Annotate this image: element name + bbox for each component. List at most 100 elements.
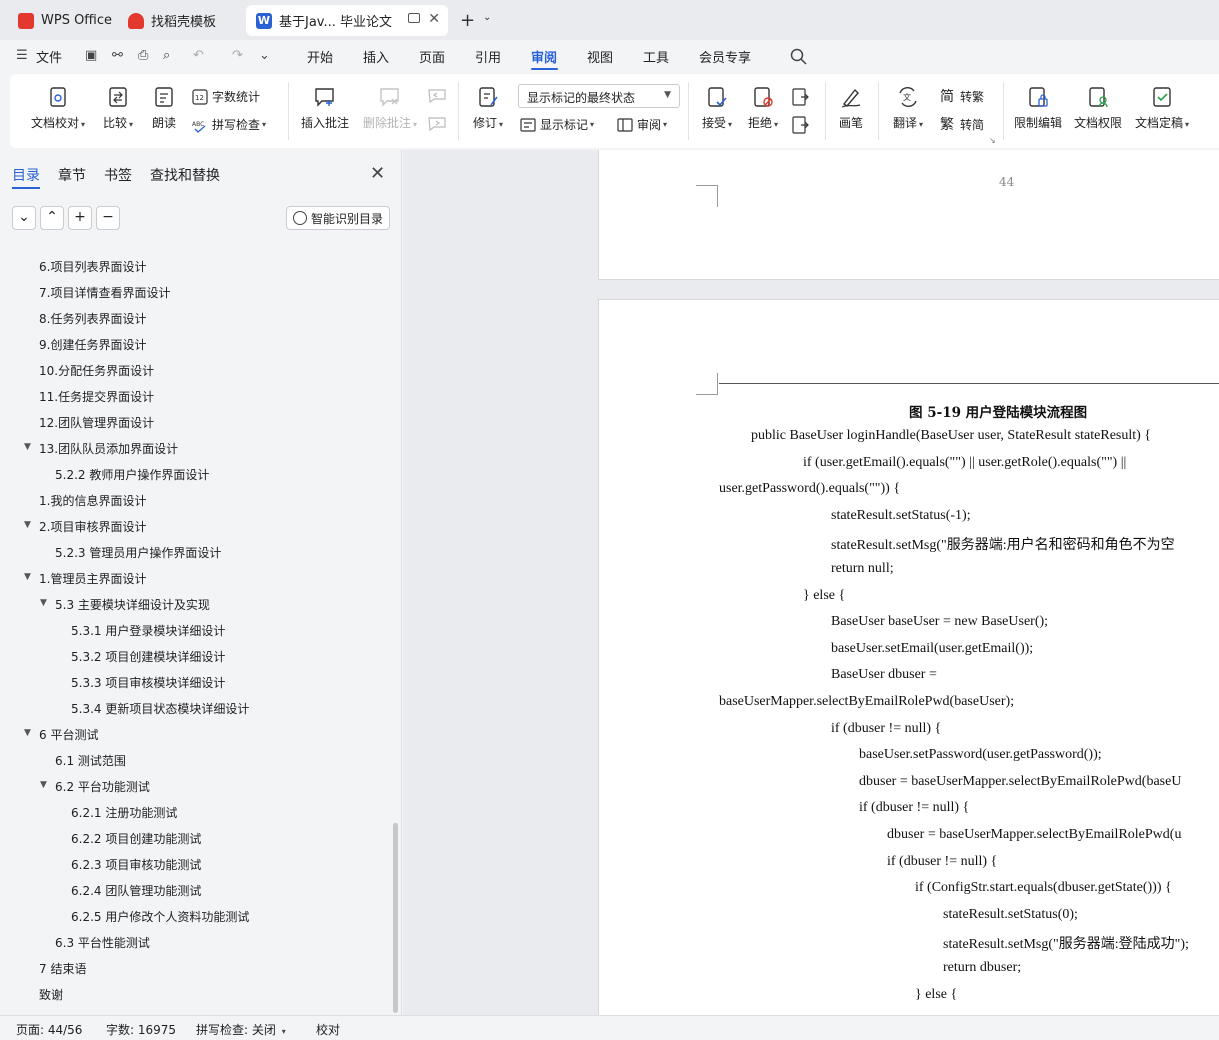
caret-down-icon[interactable]: ▼ <box>24 442 31 452</box>
print-icon[interactable]: ⎙ <box>138 48 148 63</box>
menu-member[interactable]: 会员专享 <box>699 47 751 66</box>
link-icon[interactable]: ⚯ <box>112 48 123 63</box>
toc-item[interactable]: 6.项目列表界面设计 <box>39 258 146 278</box>
insert-comment-button[interactable]: 插入批注 <box>298 86 352 131</box>
tab-docer-templates[interactable]: 找稻壳模板 <box>118 5 242 36</box>
add-heading-button[interactable]: + <box>68 206 92 230</box>
doc-finalize-button[interactable]: 文档定稿 ▾ <box>1132 86 1192 131</box>
caret-down-icon[interactable]: ▼ <box>40 780 47 790</box>
caret-down-icon[interactable]: ▼ <box>40 598 47 608</box>
menu-start[interactable]: 开始 <box>307 47 333 66</box>
toc-item[interactable]: 6.2.5 用户修改个人资料功能测试 <box>71 908 249 928</box>
toc-item[interactable]: 5.2.2 教师用户操作界面设计 <box>55 466 209 486</box>
toc-item[interactable]: 5.3 主要模块详细设计及实现 <box>55 596 210 616</box>
next-comment-icon[interactable] <box>428 116 446 132</box>
expand-corner-icon[interactable]: ↘ <box>989 136 996 145</box>
menu-file[interactable]: 文件 <box>36 47 62 66</box>
toc-item[interactable]: 6.2.2 项目创建功能测试 <box>71 830 201 850</box>
collapse-chevron-down-button[interactable]: ⌄ <box>12 206 36 230</box>
caret-down-icon[interactable]: ▼ <box>24 728 31 738</box>
toc-item[interactable]: 6.2 平台功能测试 <box>55 778 150 798</box>
tab-document[interactable]: W 基于Jav... 毕业论文 ✕ <box>246 5 448 36</box>
spell-check-status[interactable]: 拼写检查: 关闭 ▾ <box>196 1021 286 1038</box>
compare-button[interactable]: 比较 ▾ <box>98 86 138 131</box>
review-pane-button[interactable]: 审阅 ▾ <box>617 116 667 133</box>
toc-item[interactable]: 1.管理员主界面设计 <box>39 570 146 590</box>
word-count-indicator[interactable]: 字数: 16975 <box>106 1021 176 1038</box>
toc-item[interactable]: 6.3 平台性能测试 <box>55 934 150 954</box>
show-markup-button[interactable]: 显示标记 ▾ <box>520 116 594 133</box>
remove-heading-button[interactable]: − <box>96 206 120 230</box>
previous-change-icon[interactable] <box>791 88 809 106</box>
toc-item[interactable]: 7 结束语 <box>39 960 86 980</box>
close-icon[interactable]: ✕ <box>428 11 440 27</box>
toc-item[interactable]: 10.分配任务界面设计 <box>39 362 154 382</box>
revise-button[interactable]: 修订 ▾ <box>468 86 508 131</box>
toc-item[interactable]: 5.3.1 用户登录模块详细设计 <box>71 622 225 642</box>
chevron-down-icon[interactable]: ⌄ <box>483 12 491 23</box>
toc-item[interactable]: 12.团队管理界面设计 <box>39 414 154 434</box>
tab-toc[interactable]: 目录 <box>12 165 40 185</box>
doc-check-button[interactable]: 文档校对 ▾ <box>28 86 88 131</box>
toc-item[interactable]: 11.任务提交界面设计 <box>39 388 154 408</box>
toc-item[interactable]: 9.创建任务界面设计 <box>39 336 146 356</box>
menu-page[interactable]: 页面 <box>419 47 445 66</box>
toc-item[interactable]: 致谢 <box>39 986 63 1006</box>
toc-item[interactable]: 1.我的信息界面设计 <box>39 492 146 512</box>
next-change-icon[interactable] <box>791 116 809 134</box>
toc-item[interactable]: 5.2.3 管理员用户操作界面设计 <box>55 544 221 564</box>
page-indicator[interactable]: 页面: 44/56 <box>16 1021 82 1038</box>
toc-item[interactable]: 13.团队队员添加界面设计 <box>39 440 178 460</box>
spell-check-button[interactable]: ABC 拼写检查 ▾ <box>192 116 266 133</box>
close-icon[interactable]: ✕ <box>370 163 385 184</box>
menu-view[interactable]: 视图 <box>587 47 613 66</box>
markup-state-select[interactable]: 显示标记的最终状态 ▼ <box>518 84 680 108</box>
reject-button[interactable]: 拒绝 ▾ <box>744 86 782 131</box>
menu-review[interactable]: 审阅 <box>531 47 557 66</box>
toc-item[interactable]: 7.项目详情查看界面设计 <box>39 284 170 304</box>
tab-bookmarks[interactable]: 书签 <box>104 165 132 185</box>
scrollbar-thumb[interactable] <box>393 823 398 1013</box>
proofread-status[interactable]: 校对 <box>316 1021 340 1038</box>
tab-find-replace[interactable]: 查找和替换 <box>150 165 220 185</box>
caret-down-icon[interactable]: ▼ <box>24 572 31 582</box>
toc-item[interactable]: 6.2.4 团队管理功能测试 <box>71 882 201 902</box>
tab-wps-office[interactable]: WPS Office <box>8 5 116 36</box>
accept-button[interactable]: 接受 ▾ <box>698 86 736 131</box>
smart-toc-button[interactable]: 智能识别目录 <box>286 206 390 230</box>
toc-item[interactable]: 5.3.2 项目创建模块详细设计 <box>71 648 225 668</box>
to-simplified-button[interactable]: 繁 转简 <box>940 116 984 133</box>
delete-comment-button[interactable]: 删除批注 ▾ <box>360 86 420 131</box>
translate-button[interactable]: 文 翻译 ▾ <box>888 86 928 131</box>
menu-insert[interactable]: 插入 <box>363 47 389 66</box>
toc-item[interactable]: 6.1 测试范围 <box>55 752 126 772</box>
toc-item[interactable]: 2.项目审核界面设计 <box>39 518 146 538</box>
toc-item[interactable]: 5.3.3 项目审核模块详细设计 <box>71 674 225 694</box>
menu-tools[interactable]: 工具 <box>643 47 669 66</box>
to-traditional-button[interactable]: 简 转繁 <box>940 88 984 105</box>
menu-reference[interactable]: 引用 <box>475 47 501 66</box>
toc-item[interactable]: 6 平台测试 <box>39 726 98 746</box>
word-count-button[interactable]: 12 字数统计 <box>192 88 260 105</box>
toc-item[interactable]: 6.2.3 项目审核功能测试 <box>71 856 201 876</box>
print-preview-icon[interactable]: ⌕ <box>163 48 170 63</box>
hamburger-icon[interactable]: ☰ <box>16 48 28 63</box>
toc-item[interactable]: 6.2.1 注册功能测试 <box>71 804 177 824</box>
pen-button[interactable]: 画笔 <box>834 86 868 131</box>
undo-icon[interactable]: ↶ <box>193 48 204 63</box>
toc-item[interactable]: 5.3.4 更新项目状态模块详细设计 <box>71 700 249 720</box>
read-aloud-button[interactable]: 朗读 <box>148 86 180 131</box>
previous-comment-icon[interactable] <box>428 88 446 104</box>
search-icon[interactable] <box>790 48 807 65</box>
save-icon[interactable]: ▣ <box>85 48 97 63</box>
chevron-down-icon[interactable]: ⌄ <box>259 48 270 63</box>
new-tab-icon[interactable]: + <box>460 10 475 31</box>
restrict-edit-button[interactable]: 限制编辑 <box>1012 86 1064 131</box>
caret-down-icon[interactable]: ▼ <box>24 520 31 530</box>
tab-chapters[interactable]: 章节 <box>58 165 86 185</box>
restore-window-icon[interactable] <box>408 13 420 23</box>
expand-chevron-up-button[interactable]: ⌃ <box>40 206 64 230</box>
toc-item[interactable]: 8.任务列表界面设计 <box>39 310 146 330</box>
doc-permission-button[interactable]: 文档权限 <box>1072 86 1124 131</box>
redo-icon[interactable]: ↷ <box>232 48 243 63</box>
